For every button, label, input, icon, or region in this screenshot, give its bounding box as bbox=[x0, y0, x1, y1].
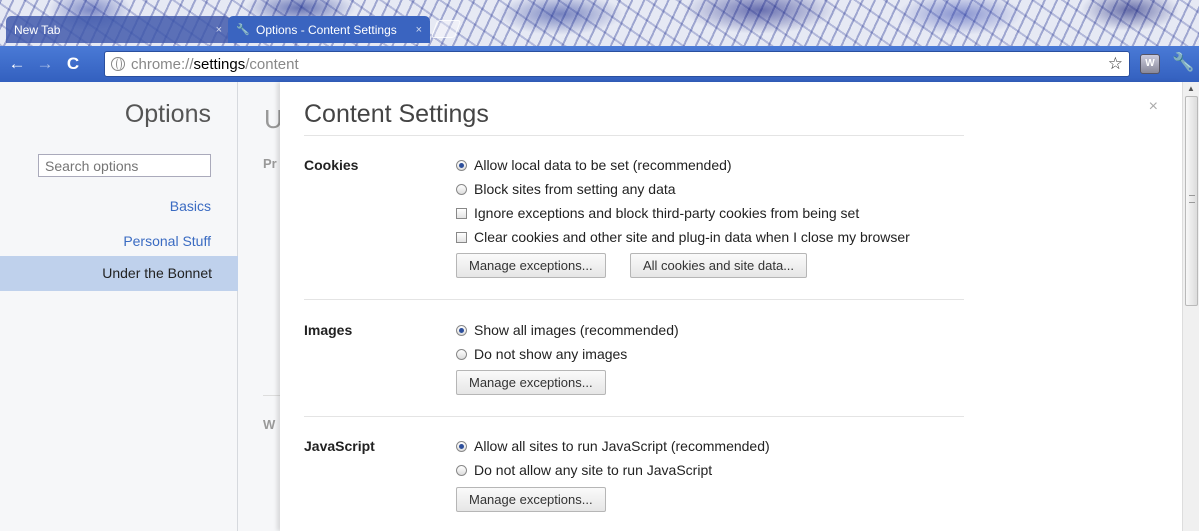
sidebar-title: Options bbox=[124, 100, 211, 128]
block-third-party-checkbox[interactable]: Ignore exceptions and block third-party … bbox=[456, 205, 859, 221]
wrench-menu-icon[interactable]: 🔧 bbox=[1172, 52, 1194, 74]
dialog-title: Content Settings bbox=[304, 100, 489, 128]
scroll-up-arrow-icon[interactable]: ▲ bbox=[1187, 84, 1195, 93]
new-tab-button[interactable] bbox=[430, 20, 462, 38]
option-label: Clear cookies and other site and plug-in… bbox=[474, 229, 910, 245]
option-label: Block sites from setting any data bbox=[474, 181, 676, 197]
content-settings-dialog: Content Settings × Cookies Allow local d… bbox=[280, 82, 1182, 531]
grip-icon bbox=[1189, 195, 1195, 203]
radio-unselected[interactable] bbox=[456, 464, 467, 476]
reload-button[interactable]: C bbox=[62, 53, 84, 75]
clear-on-close-checkbox[interactable]: Clear cookies and other site and plug-in… bbox=[456, 229, 910, 245]
radio-selected[interactable] bbox=[456, 440, 467, 452]
javascript-label: JavaScript bbox=[304, 438, 375, 454]
option-label: Show all images (recommended) bbox=[474, 322, 679, 338]
sidebar-item-label: Under the Bonnet bbox=[102, 265, 212, 281]
close-tab-icon[interactable]: × bbox=[216, 24, 222, 36]
images-show-radio[interactable]: Show all images (recommended) bbox=[456, 322, 679, 338]
wrench-icon: 🔧 bbox=[236, 23, 250, 36]
url-host: settings bbox=[193, 55, 246, 73]
url-path: /content bbox=[245, 55, 299, 73]
cookies-allow-radio[interactable]: Allow local data to be set (recommended) bbox=[456, 157, 732, 173]
divider bbox=[304, 135, 964, 136]
option-label: Do not allow any site to run JavaScript bbox=[474, 462, 713, 478]
cookies-manage-exceptions-button[interactable]: Manage exceptions... bbox=[456, 253, 606, 278]
close-icon[interactable]: × bbox=[1149, 98, 1158, 116]
tab-new-tab[interactable]: New Tab × bbox=[6, 16, 230, 43]
star-icon[interactable]: ☆ bbox=[1108, 54, 1123, 74]
radio-selected[interactable] bbox=[456, 324, 467, 336]
tab-label: New Tab bbox=[14, 22, 61, 37]
tab-strip: New Tab × 🔧 Options - Content Settings × bbox=[0, 0, 1199, 46]
divider bbox=[304, 416, 964, 417]
checkbox[interactable] bbox=[456, 231, 467, 243]
checkbox[interactable] bbox=[456, 207, 467, 219]
images-hide-radio[interactable]: Do not show any images bbox=[456, 346, 627, 362]
background-section-heading: Pr bbox=[263, 156, 277, 171]
divider bbox=[304, 299, 964, 300]
option-label: Do not show any images bbox=[474, 346, 628, 362]
radio-selected[interactable] bbox=[456, 159, 467, 171]
extension-icon[interactable]: W bbox=[1140, 54, 1160, 74]
javascript-allow-radio[interactable]: Allow all sites to run JavaScript (recom… bbox=[456, 438, 770, 454]
images-manage-exceptions-button[interactable]: Manage exceptions... bbox=[456, 370, 606, 395]
images-label: Images bbox=[304, 322, 353, 338]
scrollbar[interactable]: ▲ bbox=[1182, 82, 1199, 531]
javascript-manage-exceptions-button[interactable]: Manage exceptions... bbox=[456, 487, 606, 512]
cookies-label: Cookies bbox=[304, 157, 359, 173]
forward-button[interactable]: → bbox=[34, 53, 56, 75]
search-options-input[interactable] bbox=[38, 154, 211, 177]
url-prefix: chrome:// bbox=[131, 55, 194, 73]
sidebar-item-basics[interactable]: Basics bbox=[170, 198, 211, 214]
tab-options-content-settings[interactable]: 🔧 Options - Content Settings × bbox=[228, 16, 430, 43]
tab-label: Options - Content Settings bbox=[256, 22, 397, 37]
globe-icon bbox=[111, 57, 125, 71]
options-sidebar: Options Basics Personal Stuff Under the … bbox=[0, 82, 238, 531]
all-cookies-site-data-button[interactable]: All cookies and site data... bbox=[630, 253, 808, 278]
option-label: Ignore exceptions and block third-party … bbox=[474, 205, 860, 221]
sidebar-item-personal-stuff[interactable]: Personal Stuff bbox=[123, 233, 211, 249]
javascript-block-radio[interactable]: Do not allow any site to run JavaScript bbox=[456, 462, 712, 478]
scrollbar-thumb[interactable] bbox=[1185, 96, 1198, 306]
toolbar: ← → C chrome://settings/content ☆ W 🔧 bbox=[0, 46, 1199, 82]
close-tab-icon[interactable]: × bbox=[416, 24, 422, 36]
address-bar[interactable]: chrome://settings/content ☆ bbox=[104, 51, 1130, 77]
option-label: Allow all sites to run JavaScript (recom… bbox=[474, 438, 770, 454]
background-section-heading: W bbox=[263, 417, 276, 432]
radio-unselected[interactable] bbox=[456, 348, 467, 360]
back-button[interactable]: ← bbox=[6, 53, 28, 75]
option-label: Allow local data to be set (recommended) bbox=[474, 157, 732, 173]
radio-unselected[interactable] bbox=[456, 183, 467, 195]
sidebar-item-under-the-bonnet[interactable]: Under the Bonnet bbox=[0, 256, 238, 291]
cookies-block-radio[interactable]: Block sites from setting any data bbox=[456, 181, 676, 197]
